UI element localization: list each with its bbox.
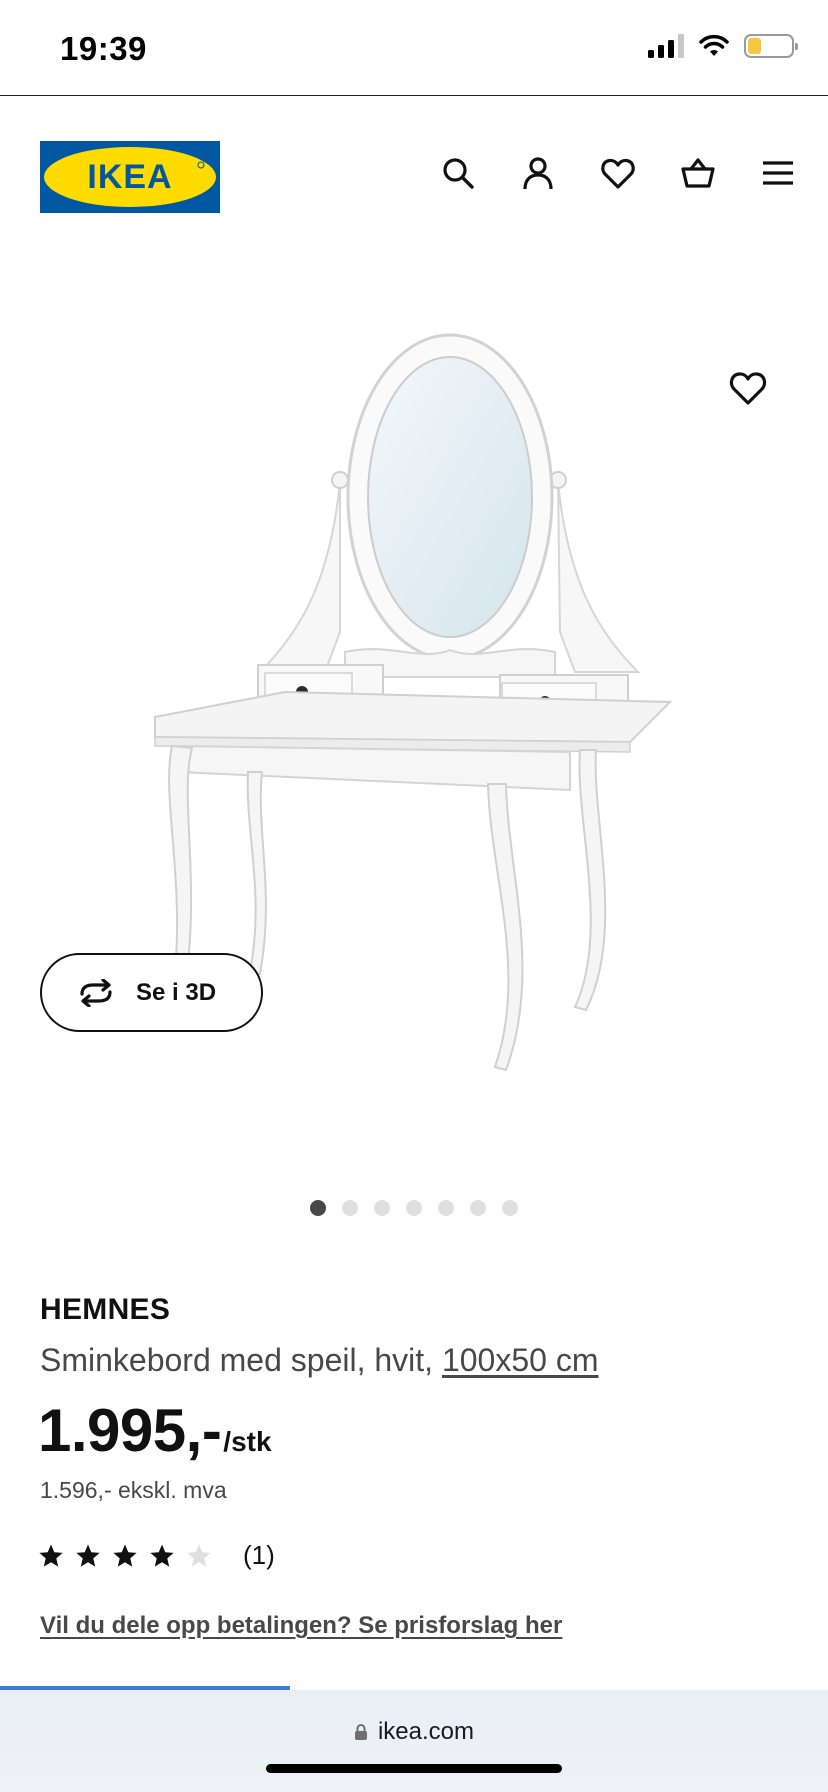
battery-level xyxy=(748,38,761,54)
price-ex-vat: 1.596,- ekskl. mva xyxy=(40,1477,227,1503)
view-3d-button[interactable]: Se i 3D xyxy=(40,953,263,1032)
user-icon[interactable] xyxy=(520,155,556,191)
star-filled-icon xyxy=(39,1544,63,1567)
product-rating[interactable]: (1) xyxy=(38,1540,275,1571)
carousel-dot[interactable] xyxy=(502,1200,518,1216)
star-filled-icon xyxy=(113,1544,137,1567)
url-text: ikea.com xyxy=(377,1718,475,1745)
product-description: Sminkebord med speil, hvit, 100x50 cm xyxy=(40,1342,598,1379)
carousel-dot[interactable] xyxy=(406,1200,422,1216)
battery-icon xyxy=(744,34,798,58)
status-time: 19:39 xyxy=(60,30,147,67)
carousel-dot[interactable] xyxy=(374,1200,390,1216)
address-bar[interactable]: ikea.com xyxy=(0,1718,828,1746)
price-unit: /stk xyxy=(223,1426,272,1457)
view-3d-label: Se i 3D xyxy=(136,978,217,1006)
installment-link[interactable]: Vil du dele opp betalingen? Se prisforsl… xyxy=(40,1612,562,1640)
browser-bottom-bar: ikea.com xyxy=(0,1690,828,1792)
favorite-heart-icon[interactable] xyxy=(728,368,768,408)
carousel-dot[interactable] xyxy=(470,1200,486,1216)
star-filled-icon xyxy=(76,1544,100,1567)
star-empty-icon xyxy=(187,1544,211,1567)
status-bar: 19:39 xyxy=(0,0,828,96)
carousel-dot[interactable] xyxy=(342,1200,358,1216)
ikea-logo[interactable]: IKEA xyxy=(40,141,220,213)
header-nav-icons xyxy=(440,155,796,191)
home-indicator[interactable] xyxy=(266,1764,562,1773)
product-size-link[interactable]: 100x50 cm xyxy=(442,1342,599,1378)
rotate-arrows-icon xyxy=(80,978,112,1007)
cellular-signal-icon xyxy=(648,34,684,58)
star-filled-icon xyxy=(150,1544,174,1567)
product-description-text: Sminkebord med speil, hvit, xyxy=(40,1342,434,1378)
product-brand: HEMNES xyxy=(40,1293,171,1326)
menu-icon[interactable] xyxy=(760,155,796,191)
carousel-dot[interactable] xyxy=(438,1200,454,1216)
search-icon[interactable] xyxy=(440,155,476,191)
logo-text: IKEA xyxy=(87,158,172,196)
site-header: IKEA xyxy=(0,97,828,257)
basket-icon[interactable] xyxy=(680,155,716,191)
status-icons xyxy=(648,34,798,58)
carousel-dots[interactable] xyxy=(310,1200,518,1216)
carousel-dot[interactable] xyxy=(310,1200,326,1216)
product-price: 1.995,- /stk xyxy=(38,1396,272,1465)
wifi-icon xyxy=(699,34,729,56)
rating-count: (1) xyxy=(243,1540,275,1570)
lock-icon xyxy=(354,1724,367,1740)
price-amount: 1.995,- xyxy=(38,1397,222,1464)
product-gallery[interactable]: Se i 3D xyxy=(0,257,828,1217)
heart-icon[interactable] xyxy=(600,155,636,191)
